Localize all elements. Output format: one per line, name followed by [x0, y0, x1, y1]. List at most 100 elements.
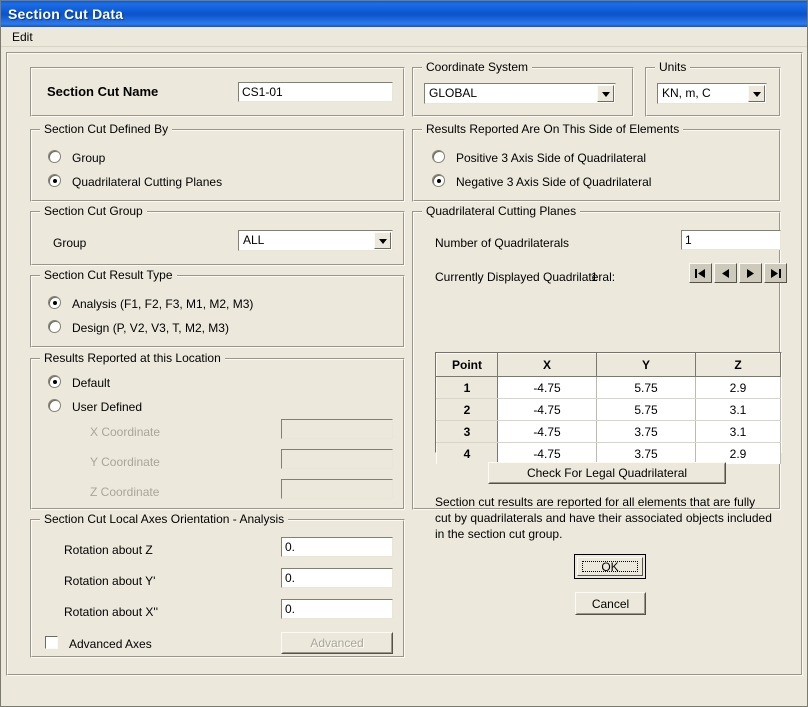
group-combo[interactable]: ALL: [238, 230, 393, 251]
radio-location-user-defined-label: User Defined: [72, 400, 143, 414]
quad-cutting-planes-legend: Quadrilateral Cutting Planes: [422, 204, 581, 218]
title-bar: Section Cut Data: [1, 1, 807, 27]
y-coordinate-label: Y Coordinate: [90, 455, 160, 469]
section-cut-result-type-legend: Section Cut Result Type: [40, 268, 177, 282]
cell-point: 2: [436, 398, 498, 421]
radio-result-type-design-label: Design (P, V2, V3, T, M2, M3): [72, 321, 229, 335]
units-group: Units KN, m, C: [645, 60, 781, 117]
ok-button-label: OK: [582, 560, 638, 574]
cell-y[interactable]: 3.75: [596, 442, 696, 464]
window-title: Section Cut Data: [8, 6, 124, 22]
units-combo[interactable]: KN, m, C: [657, 83, 767, 104]
advanced-axes-label: Advanced Axes: [69, 637, 152, 651]
quadrilateral-points-table[interactable]: Point X Y Z 1 -4.75 5.75 2.9 2 -4.75 5.7…: [435, 352, 782, 464]
table-row[interactable]: 3 -4.75 3.75 3.1: [436, 420, 781, 443]
currently-displayed-quadrilateral-value: 1: [591, 270, 598, 284]
next-quadrilateral-button[interactable]: [739, 263, 762, 283]
coordinate-system-group: Coordinate System GLOBAL: [412, 60, 634, 117]
table-row[interactable]: 4 -4.75 3.75 2.9: [436, 442, 781, 464]
z-coordinate-label: Z Coordinate: [90, 485, 160, 499]
next-record-icon: [747, 268, 754, 278]
quad-cutting-planes-group: Quadrilateral Cutting Planes Number of Q…: [412, 204, 787, 541]
results-side-legend: Results Reported Are On This Side of Ele…: [422, 122, 684, 136]
check-for-legal-quadrilateral-label: Check For Legal Quadrilateral: [489, 463, 725, 483]
radio-defined-by-quad-planes[interactable]: [48, 174, 61, 187]
rotation-about-y-input[interactable]: 0.: [281, 568, 393, 588]
section-cut-group-legend: Section Cut Group: [40, 204, 147, 218]
section-cut-name-input[interactable]: CS1-01: [238, 82, 393, 102]
cell-z[interactable]: 2.9: [695, 376, 781, 399]
cell-x[interactable]: -4.75: [497, 376, 597, 399]
chevron-down-icon[interactable]: [374, 232, 391, 249]
table-header-point: Point: [436, 353, 498, 377]
number-of-quadrilaterals-label: Number of Quadrilaterals: [435, 236, 570, 250]
chevron-down-icon[interactable]: [748, 85, 765, 102]
radio-positive-3-axis-side-label: Positive 3 Axis Side of Quadrilateral: [456, 151, 647, 165]
currently-displayed-quadrilateral-label: Currently Displayed Quadrilateral:: [435, 270, 616, 284]
radio-positive-3-axis-side[interactable]: [432, 150, 445, 163]
cell-y[interactable]: 5.75: [596, 376, 696, 399]
coordinate-system-value: GLOBAL: [429, 86, 478, 100]
table-body: 1 -4.75 5.75 2.9 2 -4.75 5.75 3.1 3 -4.7…: [436, 376, 781, 464]
z-coordinate-input: [281, 479, 393, 499]
quadrilateral-note: Section cut results are reported for all…: [435, 495, 772, 541]
results-location-legend: Results Reported at this Location: [40, 351, 225, 365]
first-quadrilateral-button[interactable]: [689, 263, 712, 283]
cell-x[interactable]: -4.75: [497, 420, 597, 443]
rotation-about-x-input[interactable]: 0.: [281, 599, 393, 619]
cancel-button-label: Cancel: [576, 593, 645, 614]
coordinate-system-combo[interactable]: GLOBAL: [424, 83, 616, 104]
advanced-axes-checkbox[interactable]: [45, 636, 58, 649]
radio-location-default[interactable]: [48, 375, 61, 388]
units-legend: Units: [655, 60, 691, 74]
section-cut-defined-by-group: Section Cut Defined By Group Quadrilater…: [30, 122, 405, 202]
results-side-group: Results Reported Are On This Side of Ele…: [412, 122, 781, 202]
cell-z[interactable]: 3.1: [695, 398, 781, 421]
dialog-body-panel: Section Cut Name CS1-01 Coordinate Syste…: [6, 52, 803, 676]
radio-location-user-defined[interactable]: [48, 399, 61, 412]
table-header-y: Y: [596, 353, 696, 377]
cancel-button[interactable]: Cancel: [575, 592, 646, 615]
cell-z[interactable]: 3.1: [695, 420, 781, 443]
radio-defined-by-group-label: Group: [72, 151, 106, 165]
table-row[interactable]: 1 -4.75 5.75 2.9: [436, 376, 781, 399]
cell-x[interactable]: -4.75: [497, 398, 597, 421]
rotation-about-y-label: Rotation about Y': [64, 574, 156, 588]
rotation-about-z-label: Rotation about Z: [64, 543, 153, 557]
table-header-x: X: [497, 353, 597, 377]
advanced-button: Advanced: [281, 632, 393, 654]
menu-item-edit[interactable]: Edit: [7, 29, 38, 45]
coordinate-system-legend: Coordinate System: [422, 60, 533, 74]
cell-point: 1: [436, 376, 498, 399]
cell-z[interactable]: 2.9: [695, 442, 781, 464]
number-of-quadrilaterals-input[interactable]: 1: [681, 230, 781, 250]
table-header-z: Z: [695, 353, 781, 377]
check-for-legal-quadrilateral-button[interactable]: Check For Legal Quadrilateral: [488, 462, 726, 484]
cell-y[interactable]: 3.75: [596, 420, 696, 443]
rotation-about-x-label: Rotation about X'': [64, 605, 158, 619]
radio-negative-3-axis-side[interactable]: [432, 174, 445, 187]
local-axes-legend: Section Cut Local Axes Orientation - Ana…: [40, 512, 289, 526]
previous-quadrilateral-button[interactable]: [714, 263, 737, 283]
radio-location-default-label: Default: [72, 376, 111, 390]
last-quadrilateral-button[interactable]: [764, 263, 787, 283]
group-combo-value: ALL: [243, 233, 265, 247]
x-coordinate-label: X Coordinate: [90, 425, 161, 439]
radio-defined-by-quad-planes-label: Quadrilateral Cutting Planes: [72, 175, 223, 189]
rotation-about-z-input[interactable]: 0.: [281, 537, 393, 557]
cell-x[interactable]: -4.75: [497, 442, 597, 464]
section-cut-name-box: Section Cut Name CS1-01: [30, 67, 405, 117]
chevron-down-icon[interactable]: [597, 85, 614, 102]
radio-defined-by-group[interactable]: [48, 150, 61, 163]
radio-result-type-design[interactable]: [48, 320, 61, 333]
cell-point: 4: [436, 442, 498, 464]
table-row[interactable]: 2 -4.75 5.75 3.1: [436, 398, 781, 421]
menu-bar: Edit: [1, 27, 807, 47]
radio-result-type-analysis[interactable]: [48, 296, 61, 309]
ok-button[interactable]: OK: [574, 554, 646, 579]
cell-y[interactable]: 5.75: [596, 398, 696, 421]
local-axes-group: Section Cut Local Axes Orientation - Ana…: [30, 512, 405, 658]
units-value: KN, m, C: [662, 86, 711, 100]
first-record-icon: [695, 268, 705, 278]
section-cut-name-label: Section Cut Name: [47, 84, 159, 99]
